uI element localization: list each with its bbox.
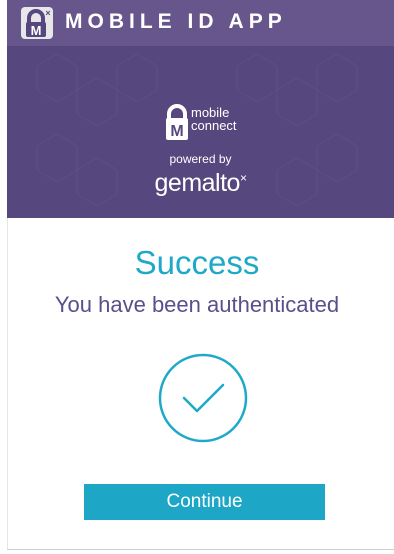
app-title-bar: M × MOBILE ID APP — [7, 0, 394, 46]
gemalto-mark: × — [239, 171, 247, 185]
bottom-divider — [7, 549, 394, 550]
svg-text:M: M — [31, 23, 42, 38]
mobile-connect-line2: connect — [191, 118, 237, 133]
continue-button[interactable]: Continue — [84, 484, 325, 520]
app-title: MOBILE ID APP — [65, 10, 287, 33]
brand-banner: M mobile connect powered by gemalto× — [7, 46, 394, 218]
mobile-connect-wordmark: mobile connect — [191, 106, 237, 132]
svg-text:M: M — [170, 123, 183, 140]
checkmark-circle-icon — [158, 353, 248, 443]
success-title: Success — [134, 244, 260, 281]
powered-by-label: powered by — [169, 152, 232, 166]
svg-text:×: × — [45, 8, 50, 18]
authenticated-message: You have been authenticated — [54, 292, 340, 317]
app-screen: M × MOBILE ID APP M mobile connect power… — [0, 0, 394, 554]
gemalto-logo: gemalto× — [7, 169, 394, 198]
mobile-connect-lock-icon: M × — [21, 7, 53, 39]
gemalto-wordmark: gemalto — [154, 169, 241, 197]
